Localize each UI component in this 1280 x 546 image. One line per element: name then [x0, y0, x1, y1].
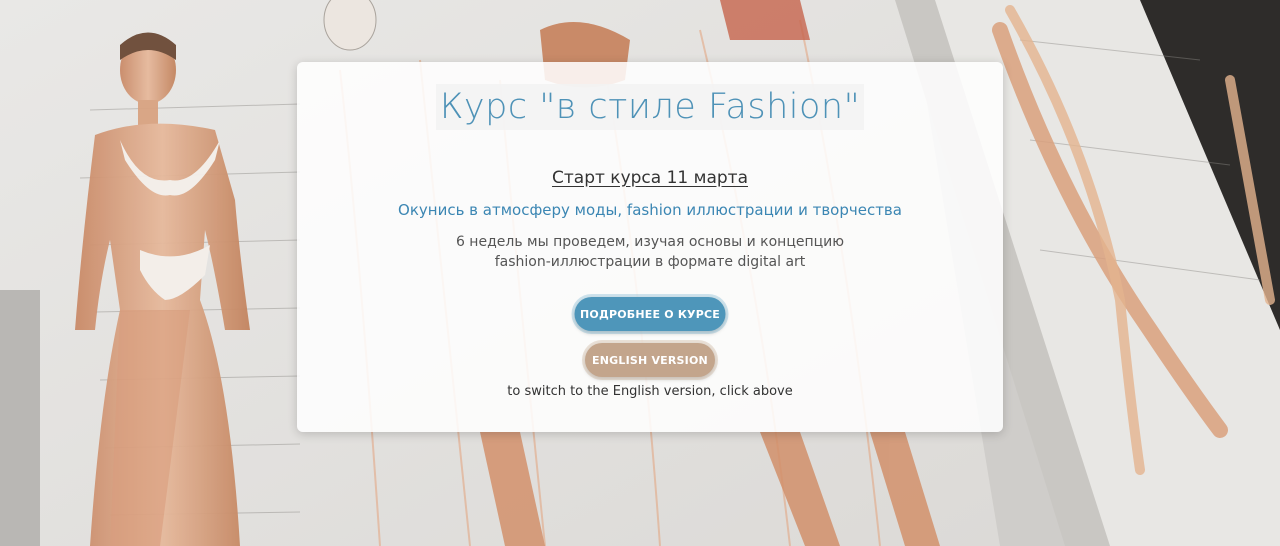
course-tagline: Окунись в атмосферу моды, fashion иллюст… — [398, 201, 902, 219]
course-description-line: fashion-иллюстрации в формате digital ar… — [494, 254, 806, 270]
course-card: Курс "в стиле Fashion" Старт курса 11 ма… — [297, 62, 1003, 432]
course-title-text: Курс "в стиле Fashion" — [435, 84, 865, 130]
more-about-course-button[interactable]: ПОДРОБНЕЕ О КУРСЕ — [574, 297, 726, 331]
course-description-line: 6 недель мы проведем, изучая основы и ко… — [455, 234, 845, 250]
course-start-link[interactable]: Старт курса 11 марта — [297, 166, 1003, 190]
english-version-button[interactable]: ENGLISH VERSION — [585, 343, 715, 377]
course-description: 6 недель мы проведем, изучая основы и ко… — [297, 232, 1003, 272]
english-switch-note: to switch to the English version, click … — [507, 384, 793, 399]
course-title: Курс "в стиле Fashion" — [297, 84, 1003, 130]
